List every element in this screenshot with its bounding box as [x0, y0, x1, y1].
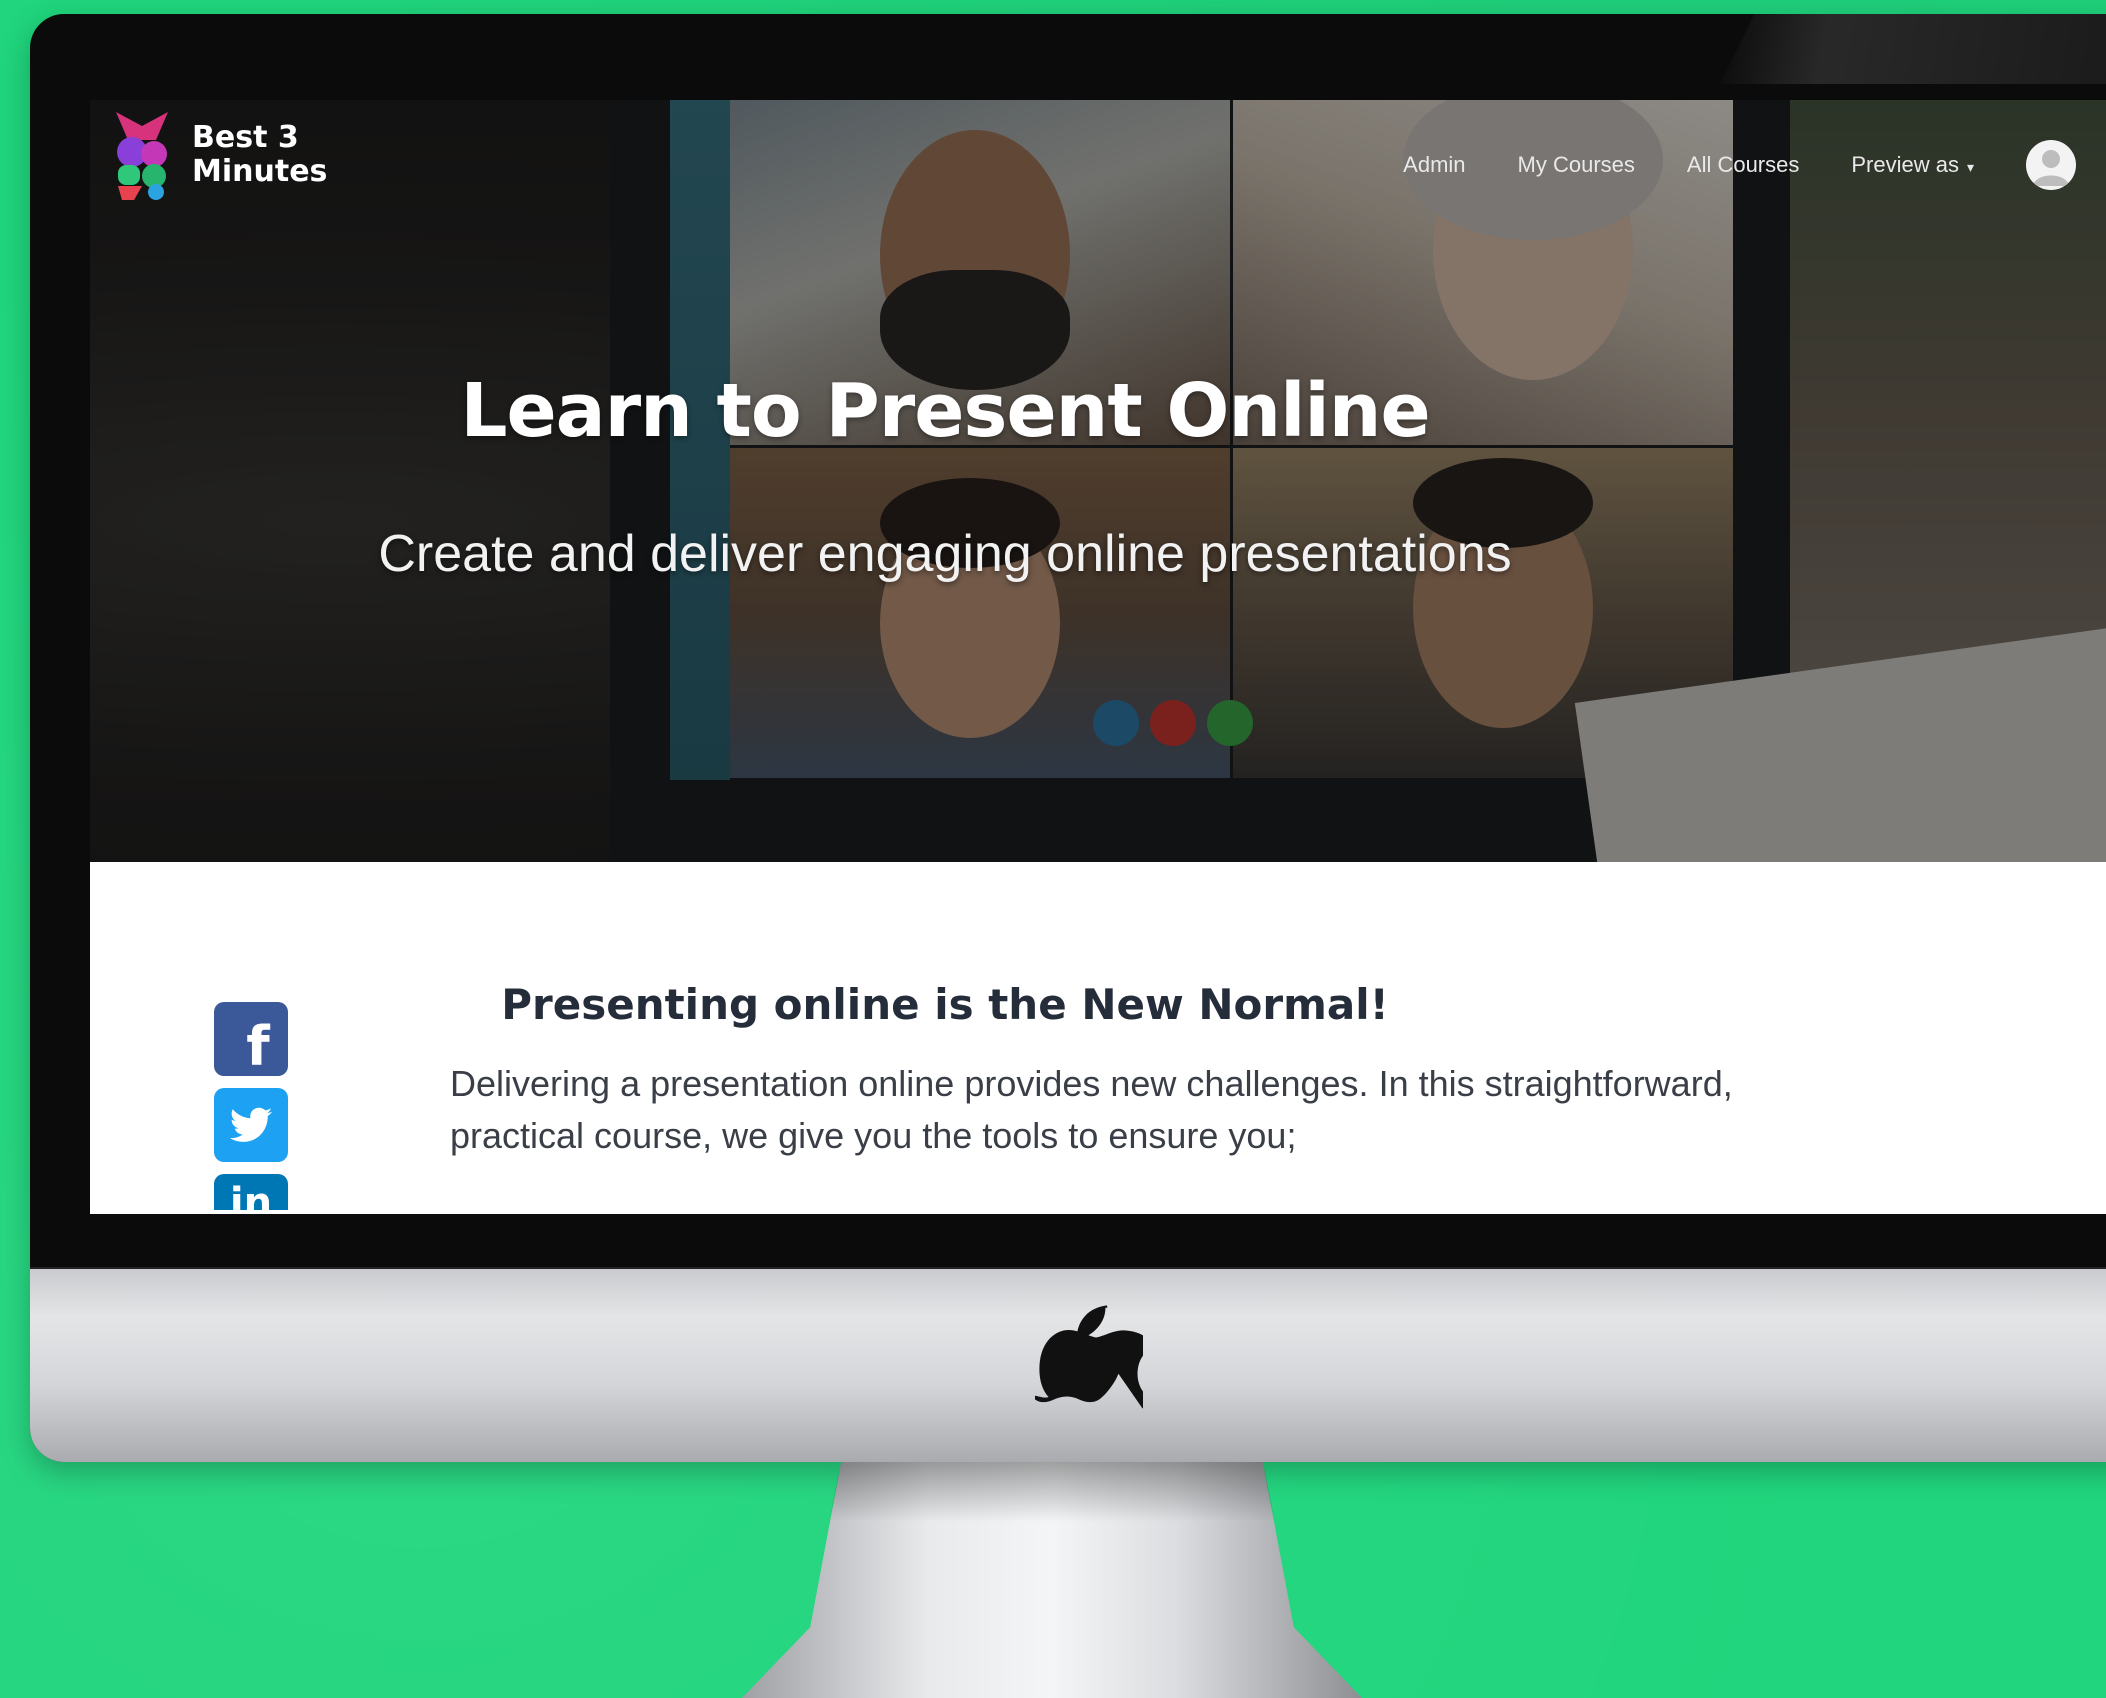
imac-monitor: Best 3 Minutes Admin My Courses All Cour…: [30, 14, 2106, 1462]
nav-admin[interactable]: Admin: [1403, 152, 1465, 178]
hero-section: Best 3 Minutes Admin My Courses All Cour…: [90, 100, 2106, 862]
course-intro-section: f in Presenting online is the New Normal…: [90, 862, 2106, 1214]
nav-all-courses[interactable]: All Courses: [1687, 152, 1799, 178]
user-avatar[interactable]: [2026, 140, 2076, 190]
twitter-icon[interactable]: [214, 1088, 288, 1162]
hero-dark-overlay: [90, 100, 2106, 862]
top-navigation: Admin My Courses All Courses Preview as ▾: [1351, 140, 2076, 190]
preview-as-dropdown[interactable]: Preview as ▾: [1851, 152, 1974, 178]
social-share-bar: f in: [214, 1002, 290, 1214]
brand-name-line2: Minutes: [192, 154, 328, 189]
hero-title: Learn to Present Online: [460, 368, 1430, 454]
linkedin-glyph: in: [229, 1180, 273, 1210]
brand-name: Best 3 Minutes: [192, 121, 342, 189]
linkedin-icon[interactable]: in: [214, 1174, 288, 1210]
hero-subtitle: Create and deliver engaging online prese…: [378, 525, 1512, 583]
twitter-bird-icon: [229, 1107, 273, 1142]
section-title: Presenting online is the New Normal!: [501, 980, 1389, 1029]
monitor-glare: [1720, 14, 2106, 84]
apple-logo-icon: [1035, 1305, 1143, 1409]
section-body-text: Delivering a presentation online provide…: [450, 1063, 1733, 1156]
preview-as-label: Preview as: [1851, 152, 1959, 177]
brand-logo[interactable]: Best 3 Minutes: [112, 110, 342, 200]
brand-name-line1: Best 3: [192, 120, 299, 155]
logo-mark-icon: [116, 112, 168, 200]
caret-down-icon: ▾: [1966, 159, 1974, 175]
website-screen: Best 3 Minutes Admin My Courses All Cour…: [90, 100, 2106, 1214]
nav-my-courses[interactable]: My Courses: [1518, 152, 1635, 178]
user-avatar-icon: [2033, 150, 2069, 186]
